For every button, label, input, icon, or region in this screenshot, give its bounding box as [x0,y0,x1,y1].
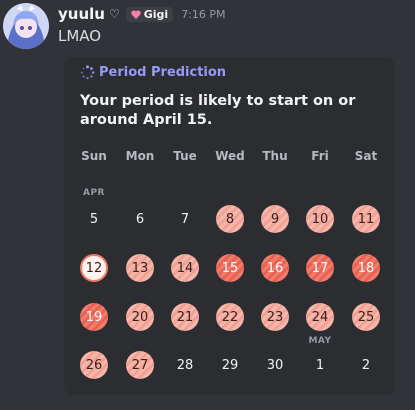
calendar-day[interactable]: 24 [306,303,334,331]
embed-title: Period Prediction [99,65,227,80]
calendar-day[interactable]: 18 [352,254,380,282]
weekday-sat: Sat [354,149,378,163]
calendar-day[interactable]: 10 [306,205,334,233]
calendar-day[interactable]: 15 [216,254,244,282]
role-badge[interactable]: Gigi [125,6,174,22]
message-text: LMAO [58,27,102,45]
calendar-day[interactable]: 20 [126,303,154,331]
calendar-day[interactable]: 1 [306,351,334,379]
weekday-sun: Sun [81,149,107,163]
calendar-day[interactable]: 11 [352,205,380,233]
embed-description: Your period is likely to start on or aro… [80,93,356,128]
calendar-day[interactable]: 28 [171,351,199,379]
role-badge-label: Gigi [143,7,169,21]
calendar-day[interactable]: 17 [306,254,334,282]
heart-icon: ♡ [108,7,120,21]
embed-header: Period Prediction [80,65,226,80]
calendar-day[interactable]: 6 [126,205,154,233]
avatar[interactable] [3,3,49,49]
loading-spinner-icon [80,65,95,80]
calendar-day[interactable]: 30 [261,351,289,379]
calendar-day[interactable]: 23 [261,303,289,331]
calendar-day[interactable]: 7 [171,205,199,233]
calendar-day[interactable]: 2 [352,351,380,379]
calendar-day[interactable]: 16 [261,254,289,282]
calendar-day[interactable]: 21 [171,303,199,331]
calendar-day[interactable]: 14 [171,254,199,282]
heart-badge-icon [131,10,141,19]
month-label-apr: APR [83,188,105,198]
month-label-may: MAY [308,336,332,346]
calendar-day[interactable]: 26 [80,351,108,379]
calendar-day[interactable]: 9 [261,205,289,233]
weekday-mon: Mon [125,149,155,163]
period-prediction-embed: Period Prediction Your period is likely … [64,57,395,395]
calendar-day[interactable]: 8 [216,205,244,233]
calendar-day[interactable]: 12 [80,254,108,282]
calendar-day[interactable]: 25 [352,303,380,331]
message-header: yuulu ♡ Gigi 7:16 PM [58,5,226,23]
weekday-tue: Tue [173,149,197,163]
username[interactable]: yuulu [58,5,105,23]
calendar-day[interactable]: 22 [216,303,244,331]
weekday-thu: Thu [262,149,288,163]
weekday-wed: Wed [215,149,245,163]
calendar-day[interactable]: 5 [80,205,108,233]
calendar-day[interactable]: 29 [216,351,244,379]
calendar-day[interactable]: 27 [126,351,154,379]
calendar-day[interactable]: 13 [126,254,154,282]
calendar-day[interactable]: 19 [80,303,108,331]
message-timestamp[interactable]: 7:16 PM [181,8,225,21]
weekday-fri: Fri [311,149,329,163]
